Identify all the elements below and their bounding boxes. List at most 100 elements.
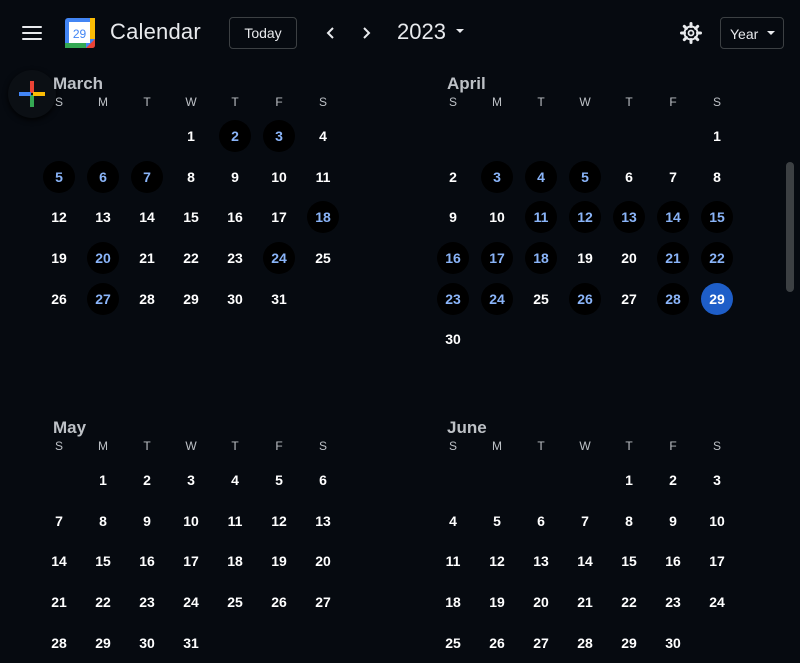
calendar-day[interactable]: 4	[301, 116, 345, 157]
calendar-day[interactable]: 3	[169, 460, 213, 501]
selected-day[interactable]: 29	[695, 278, 739, 319]
calendar-day[interactable]: 19	[563, 238, 607, 279]
calendar-day[interactable]: 27	[301, 582, 345, 623]
calendar-day[interactable]: 13	[607, 197, 651, 238]
calendar-day[interactable]: 6	[519, 501, 563, 542]
calendar-day[interactable]: 1	[607, 460, 651, 501]
calendar-day[interactable]: 26	[563, 278, 607, 319]
calendar-day[interactable]: 3	[695, 460, 739, 501]
calendar-day[interactable]: 11	[519, 197, 563, 238]
calendar-day[interactable]: 21	[563, 582, 607, 623]
calendar-day[interactable]: 21	[37, 582, 81, 623]
settings-button[interactable]	[677, 19, 705, 47]
calendar-day[interactable]: 25	[519, 278, 563, 319]
calendar-day[interactable]: 22	[695, 238, 739, 279]
calendar-day[interactable]: 23	[213, 238, 257, 279]
calendar-day[interactable]: 15	[695, 197, 739, 238]
calendar-day[interactable]: 21	[125, 238, 169, 279]
calendar-day[interactable]: 6	[607, 157, 651, 198]
calendar-day[interactable]: 22	[81, 582, 125, 623]
calendar-day[interactable]: 24	[695, 582, 739, 623]
calendar-day[interactable]: 23	[651, 582, 695, 623]
calendar-day[interactable]: 1	[695, 116, 739, 157]
calendar-day[interactable]: 20	[607, 238, 651, 279]
calendar-day[interactable]: 2	[431, 157, 475, 198]
calendar-day[interactable]: 23	[125, 582, 169, 623]
calendar-day[interactable]: 11	[431, 541, 475, 582]
calendar-day[interactable]: 28	[563, 622, 607, 663]
calendar-day[interactable]: 29	[169, 278, 213, 319]
calendar-day[interactable]: 8	[81, 501, 125, 542]
calendar-day[interactable]: 18	[213, 541, 257, 582]
calendar-day[interactable]: 11	[213, 501, 257, 542]
calendar-day[interactable]: 17	[475, 238, 519, 279]
calendar-day[interactable]: 22	[607, 582, 651, 623]
month-title[interactable]: June	[447, 418, 487, 438]
calendar-day[interactable]: 14	[125, 197, 169, 238]
main-menu-button[interactable]	[16, 17, 48, 49]
calendar-day[interactable]: 10	[257, 157, 301, 198]
calendar-day[interactable]: 5	[475, 501, 519, 542]
calendar-day[interactable]: 27	[81, 278, 125, 319]
calendar-day[interactable]: 29	[81, 622, 125, 663]
calendar-day[interactable]: 13	[519, 541, 563, 582]
calendar-day[interactable]: 7	[651, 157, 695, 198]
calendar-day[interactable]: 24	[257, 238, 301, 279]
calendar-day[interactable]: 11	[301, 157, 345, 198]
caret-down-icon[interactable]	[455, 26, 465, 36]
calendar-day[interactable]: 4	[213, 460, 257, 501]
calendar-day[interactable]: 18	[519, 238, 563, 279]
calendar-day[interactable]: 19	[475, 582, 519, 623]
calendar-day[interactable]: 12	[563, 197, 607, 238]
calendar-day[interactable]: 20	[81, 238, 125, 279]
calendar-day[interactable]: 6	[301, 460, 345, 501]
calendar-day[interactable]: 3	[475, 157, 519, 198]
calendar-day[interactable]: 6	[81, 157, 125, 198]
calendar-day[interactable]: 2	[213, 116, 257, 157]
calendar-day[interactable]: 27	[607, 278, 651, 319]
calendar-day[interactable]: 31	[169, 622, 213, 663]
calendar-day[interactable]: 24	[475, 278, 519, 319]
calendar-day[interactable]: 2	[125, 460, 169, 501]
calendar-day[interactable]: 8	[169, 157, 213, 198]
calendar-day[interactable]: 21	[651, 238, 695, 279]
calendar-day[interactable]: 10	[475, 197, 519, 238]
calendar-day[interactable]: 30	[125, 622, 169, 663]
month-title[interactable]: May	[53, 418, 86, 438]
calendar-day[interactable]: 1	[81, 460, 125, 501]
calendar-day[interactable]: 26	[257, 582, 301, 623]
calendar-day[interactable]: 17	[257, 197, 301, 238]
view-switcher-button[interactable]: Year	[720, 17, 784, 49]
today-button[interactable]: Today	[229, 17, 297, 49]
calendar-day[interactable]: 24	[169, 582, 213, 623]
calendar-day[interactable]: 31	[257, 278, 301, 319]
calendar-day[interactable]: 28	[125, 278, 169, 319]
calendar-day[interactable]: 18	[431, 582, 475, 623]
calendar-day[interactable]: 27	[519, 622, 563, 663]
calendar-day[interactable]: 19	[37, 238, 81, 279]
calendar-day[interactable]: 30	[431, 319, 475, 360]
calendar-day[interactable]: 14	[651, 197, 695, 238]
calendar-day[interactable]: 10	[169, 501, 213, 542]
calendar-day[interactable]: 4	[431, 501, 475, 542]
calendar-day[interactable]: 10	[695, 501, 739, 542]
calendar-day[interactable]: 1	[169, 116, 213, 157]
calendar-day[interactable]: 5	[37, 157, 81, 198]
calendar-day[interactable]: 14	[563, 541, 607, 582]
calendar-day[interactable]: 9	[125, 501, 169, 542]
calendar-day[interactable]: 25	[431, 622, 475, 663]
year-selector[interactable]: 2023	[397, 19, 446, 45]
calendar-day[interactable]: 12	[257, 501, 301, 542]
calendar-day[interactable]: 30	[651, 622, 695, 663]
calendar-day[interactable]: 16	[431, 238, 475, 279]
calendar-day[interactable]: 5	[563, 157, 607, 198]
month-title[interactable]: March	[53, 74, 103, 94]
calendar-day[interactable]: 15	[81, 541, 125, 582]
calendar-day[interactable]: 22	[169, 238, 213, 279]
calendar-day[interactable]: 3	[257, 116, 301, 157]
calendar-day[interactable]: 17	[169, 541, 213, 582]
calendar-day[interactable]: 16	[651, 541, 695, 582]
calendar-day[interactable]: 14	[37, 541, 81, 582]
calendar-day[interactable]: 2	[651, 460, 695, 501]
calendar-day[interactable]: 12	[37, 197, 81, 238]
